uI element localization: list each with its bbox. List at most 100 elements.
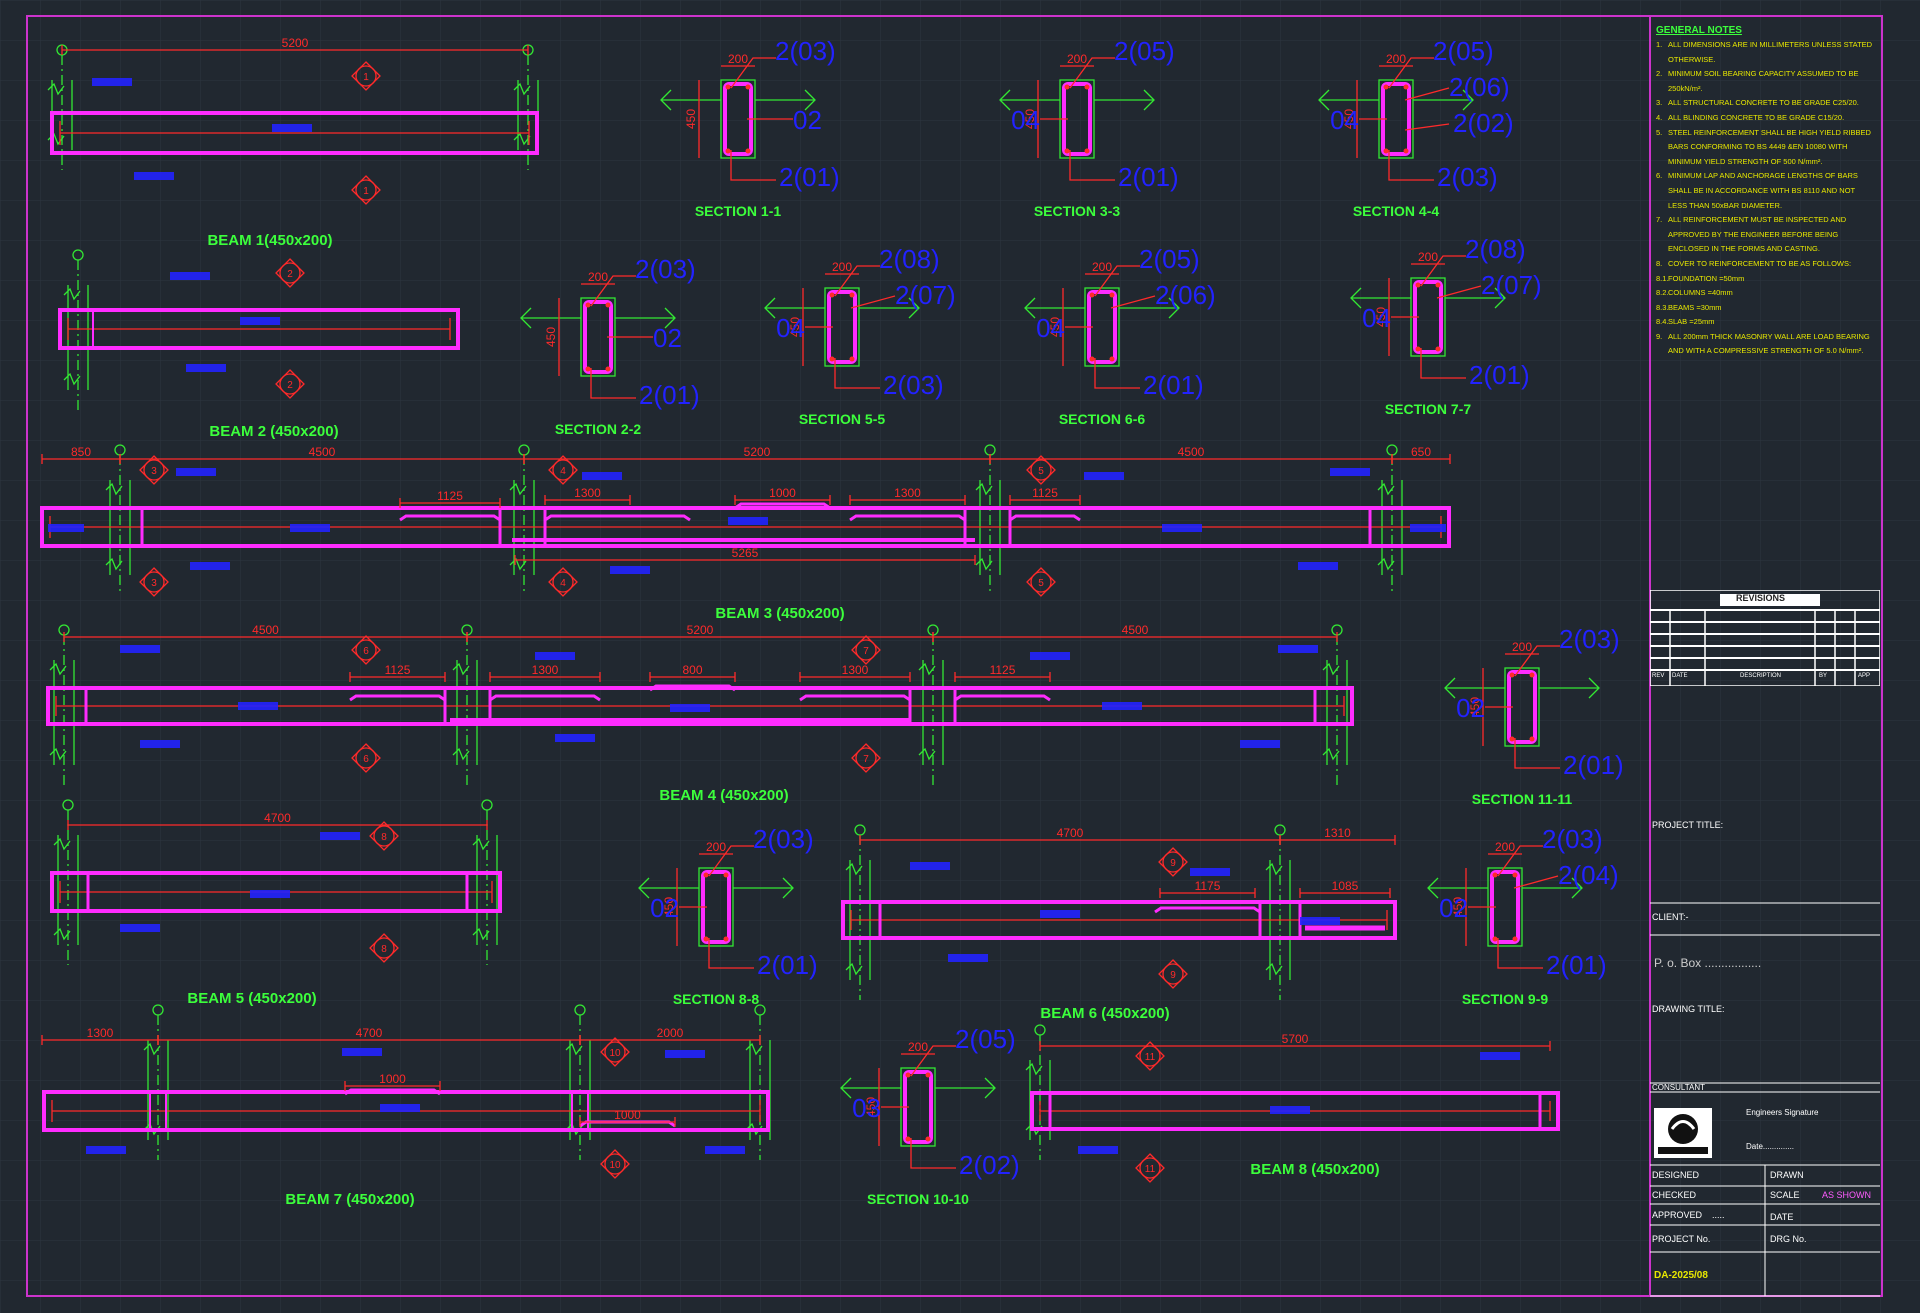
rebar-tag	[380, 1104, 420, 1112]
dimension-text: 1085	[1332, 879, 1359, 893]
rebar-dot	[829, 292, 835, 298]
dimension-text: 4500	[1122, 623, 1149, 637]
dimension-text: 1300	[842, 663, 869, 677]
dimension-text: 1300	[532, 663, 559, 677]
beam-1-label: BEAM 1(450x200)	[207, 232, 332, 249]
date-line: Date..............	[1746, 1142, 1795, 1151]
rebar-tag	[555, 734, 595, 742]
rebar-tag	[535, 652, 575, 660]
note-item: 2. MINIMUM SOIL BEARING CAPACITY ASSUMED …	[1656, 67, 1874, 96]
side-bar-label: 04	[776, 313, 805, 343]
rebar-tag	[48, 524, 84, 532]
beam-4-label: BEAM 4 (450x200)	[659, 787, 788, 804]
bottom-bar-label: 2(01)	[757, 950, 818, 980]
dimension-text: 1125	[385, 663, 411, 677]
note-item: 8.4. SLAB =25mm	[1656, 315, 1874, 330]
section-width-text: 200	[1418, 250, 1438, 264]
revisions-title: REVISIONS	[1736, 593, 1786, 603]
rebar-tag	[290, 524, 330, 532]
drawing-title-label: DRAWING TITLE:	[1652, 1004, 1725, 1014]
rebar-dot	[1512, 872, 1518, 878]
section-marker-number: 2	[287, 380, 293, 391]
rebar-dot	[1415, 346, 1421, 352]
dimension-text: 5200	[687, 623, 714, 637]
section-height-text: 450	[684, 109, 698, 129]
rebar-tag	[1480, 1052, 1520, 1060]
bottom-bar-label: 2(01)	[639, 380, 700, 410]
drg-no-label: DRG No.	[1770, 1234, 1807, 1244]
rebar-dot	[585, 302, 591, 308]
rebar-dot	[829, 356, 835, 362]
section-label: SECTION 8-8	[673, 991, 760, 1007]
section-marker-number: 9	[1170, 970, 1176, 981]
note-text: SLAB =25mm	[1668, 317, 1715, 327]
extra-bar-label: 2(06)	[1449, 72, 1510, 102]
scale-label: SCALE	[1770, 1190, 1800, 1200]
dimension-text: 1000	[614, 1108, 641, 1122]
section-marker-number: 2	[287, 269, 293, 280]
rebar-tag	[1240, 740, 1280, 748]
dimension-text: 4500	[252, 623, 279, 637]
rebar-tag	[342, 1048, 382, 1056]
rebar-tag	[582, 472, 622, 480]
section-label: SECTION 3-3	[1034, 203, 1121, 219]
rebar-dot	[703, 872, 709, 878]
rebar-dot	[1529, 672, 1535, 678]
rebar-tag	[120, 924, 160, 932]
section-marker-number: 11	[1145, 1052, 1156, 1063]
drawing-sheet: 5200 11 BEAM 1(450x200) 2 2 BEAM 2 (450x200) 8…	[0, 0, 1920, 1313]
rebar-tag	[320, 832, 360, 840]
section-width-text: 200	[832, 260, 852, 274]
rebar-tag	[1410, 524, 1446, 532]
rebar-tag	[120, 645, 160, 653]
rebar-dot	[1415, 282, 1421, 288]
note-text: BEAMS =30mm	[1668, 302, 1722, 312]
section-marker-number: 7	[863, 646, 869, 657]
section-width-text: 200	[728, 52, 748, 66]
rebar-tag	[1300, 917, 1340, 925]
note-item: 8.3. BEAMS =30mm	[1656, 301, 1874, 316]
bottom-bar-label: 2(02)	[959, 1150, 1020, 1180]
note-number: 8.1.	[1656, 273, 1669, 283]
section-marker-number: 1	[363, 186, 369, 197]
note-text: ALL 200mm THICK MASONRY WALL ARE LOAD BE…	[1668, 331, 1870, 356]
top-bar-label: 2(08)	[879, 244, 940, 274]
bottom-bar-label: 2(01)	[779, 162, 840, 192]
note-number: 8.	[1656, 258, 1663, 268]
bottom-bar-label: 2(01)	[1469, 360, 1530, 390]
section-label: SECTION 5-5	[799, 411, 886, 427]
rebar-dot	[925, 1136, 931, 1142]
bottom-bar-label: 2(01)	[1118, 162, 1179, 192]
note-item: 8.1. FOUNDATION =50mm	[1656, 272, 1874, 287]
dimension-text: 1300	[87, 1026, 114, 1040]
rebar-tag	[1298, 562, 1338, 570]
rebar-tag	[1084, 472, 1124, 480]
rebar-dot	[1435, 346, 1441, 352]
rebar-dot	[1109, 292, 1115, 298]
section-marker-number: 9	[1170, 858, 1176, 869]
section-marker-number: 8	[381, 832, 387, 843]
section-label: SECTION 10-10	[867, 1191, 969, 1207]
section-marker-number: 3	[151, 466, 157, 477]
dimension-text: 2000	[657, 1026, 684, 1040]
rebar-dot	[1492, 872, 1498, 878]
dimension-text: 1000	[379, 1072, 406, 1086]
dimension-text: 4700	[264, 811, 291, 825]
note-item: 8.2. COLUMNS =40mm	[1656, 286, 1874, 301]
note-number: 7.	[1656, 215, 1663, 225]
rebar-dot	[1512, 936, 1518, 942]
dimension-text: 650	[1411, 445, 1431, 459]
rebar-tag	[240, 317, 280, 325]
top-bar-label: 2(03)	[635, 254, 696, 284]
beam-2-label: BEAM 2 (450x200)	[209, 423, 338, 440]
section-label: SECTION 1-1	[695, 203, 782, 219]
rebar-tag	[1190, 868, 1230, 876]
cad-drawing-canvas[interactable]: { "notes": { "title": "GENERAL NOTES", "…	[0, 0, 1920, 1313]
side-bar-label: 04	[1330, 105, 1359, 135]
rebar-tag	[1078, 1146, 1118, 1154]
section-marker-number: 6	[363, 754, 369, 765]
project-title-label: PROJECT TITLE:	[1652, 820, 1724, 830]
rebar-tag	[272, 124, 312, 132]
top-bar-label: 2(03)	[1559, 624, 1620, 654]
rebar-tag	[1270, 1106, 1310, 1114]
